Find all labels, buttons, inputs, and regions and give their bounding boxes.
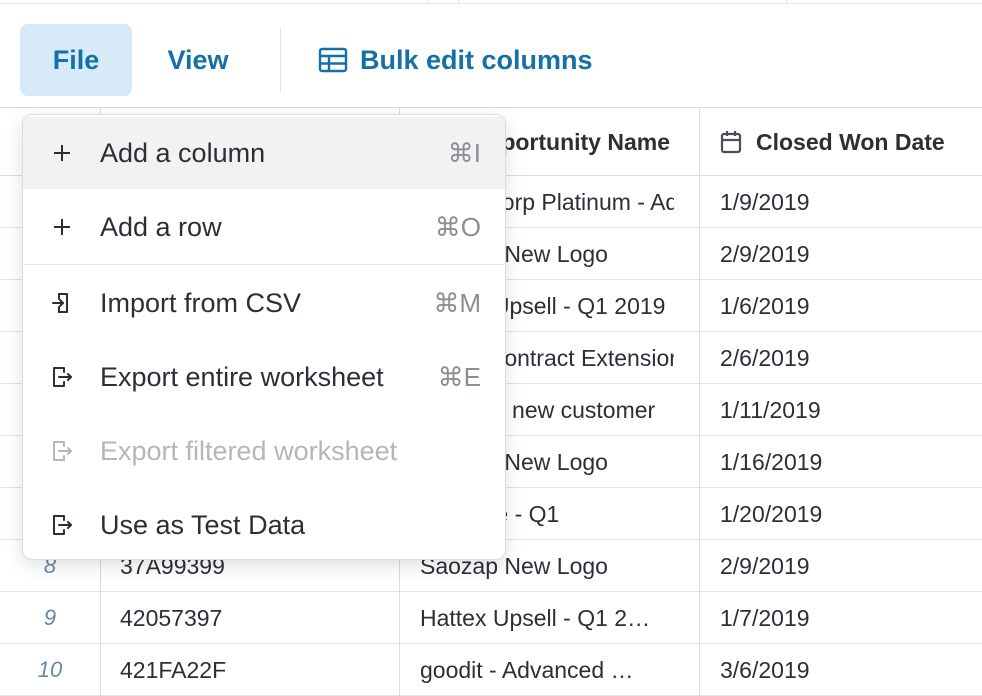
closed-won-date-cell[interactable]: 2/9/2019 [720, 228, 970, 280]
closed-won-date-cell[interactable]: 1/16/2019 [720, 436, 970, 488]
table-row[interactable]: 9 42057397 Hattex Upsell - Q1 2… 1/7/201… [0, 592, 982, 644]
bulk-edit-columns-button[interactable]: Bulk edit columns [318, 24, 618, 96]
plus-icon [49, 140, 75, 166]
file-dropdown-menu: Add a column ⌘I Add a row ⌘O Import from… [22, 114, 506, 560]
menu-item-label: Import from CSV [100, 287, 302, 318]
export-icon [49, 364, 75, 390]
column-divider [699, 108, 700, 696]
menu-item-label: Export filtered worksheet [100, 435, 398, 466]
menu-item-shortcut: ⌘O [434, 211, 481, 242]
menu-item-label: Add a column [100, 137, 266, 168]
id-cell[interactable]: 421FA22F [120, 644, 390, 696]
view-menu-label: View [167, 44, 229, 75]
row-number: 10 [37, 657, 63, 682]
menu-item-label: Use as Test Data [100, 509, 306, 540]
file-menu-button[interactable]: File [20, 24, 132, 96]
closed-won-date-cell[interactable]: 3/6/2019 [720, 644, 970, 696]
opportunity-name-cell[interactable]: goodit - Advanced … [420, 644, 674, 696]
view-menu-button[interactable]: View [146, 24, 250, 96]
menu-item-shortcut: ⌘I [447, 137, 481, 168]
menu-item-add-column[interactable]: Add a column ⌘I [23, 117, 505, 189]
export-icon [49, 438, 75, 464]
menu-item-import-csv[interactable]: Import from CSV ⌘M [23, 267, 505, 339]
closed-won-date-cell[interactable]: 1/7/2019 [720, 592, 970, 644]
column-header-closed-won-date-label: Closed Won Date [756, 128, 945, 155]
calendar-icon [720, 131, 742, 154]
menu-item-export-filtered-worksheet: Export filtered worksheet [23, 415, 505, 487]
menu-item-shortcut: ⌘M [433, 287, 481, 318]
menu-item-export-entire-worksheet[interactable]: Export entire worksheet ⌘E [23, 341, 505, 413]
id-cell[interactable]: 42057397 [120, 592, 390, 644]
closed-won-date-cell[interactable]: 1/11/2019 [720, 384, 970, 436]
toolbar: File View Bulk edit columns [0, 4, 982, 108]
closed-won-date-cell[interactable]: 1/9/2019 [720, 176, 970, 228]
opportunity-name-cell[interactable]: Hattex Upsell - Q1 2… [420, 592, 674, 644]
menu-separator [23, 264, 505, 265]
menu-item-label: Add a row [100, 211, 222, 242]
menu-item-add-row[interactable]: Add a row ⌘O [23, 191, 505, 263]
menu-item-shortcut: ⌘E [437, 361, 481, 392]
plus-icon [49, 214, 75, 240]
menu-item-use-as-test-data[interactable]: Use as Test Data [23, 489, 505, 559]
closed-won-date-cell[interactable]: 1/20/2019 [720, 488, 970, 540]
import-icon [49, 290, 75, 316]
closed-won-date-cell[interactable]: 2/9/2019 [720, 540, 970, 592]
export-icon [49, 512, 75, 538]
closed-won-date-cell[interactable]: 1/6/2019 [720, 280, 970, 332]
toolbar-divider [280, 28, 281, 92]
row-number: 9 [43, 605, 57, 630]
table-icon [318, 47, 348, 73]
closed-won-date-cell[interactable]: 2/6/2019 [720, 332, 970, 384]
file-menu-label: File [52, 44, 100, 75]
column-header-closed-won-date[interactable]: Closed Won Date [720, 108, 982, 176]
table-row[interactable]: 10 421FA22F goodit - Advanced … 3/6/2019 [0, 644, 982, 696]
bulk-edit-columns-label: Bulk edit columns [360, 44, 593, 75]
menu-item-label: Export entire worksheet [100, 361, 384, 392]
